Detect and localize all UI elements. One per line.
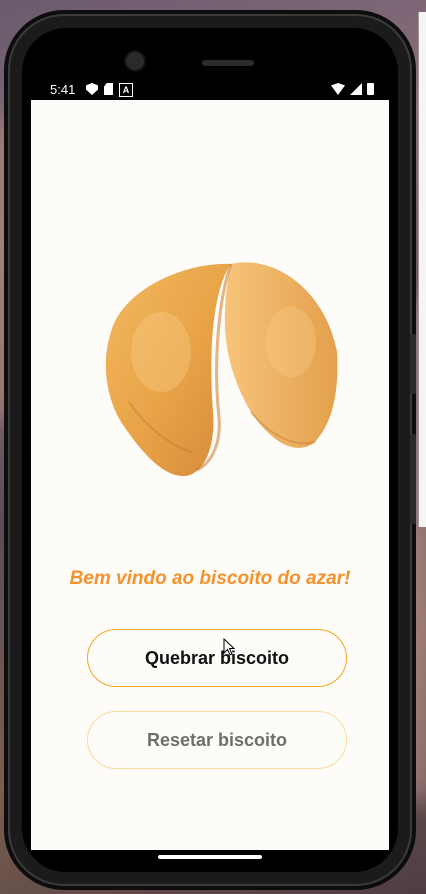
device-screen: 5:41 A Bem vindo ao biscoito do azar! Qu… (22, 28, 398, 872)
power-button (410, 334, 416, 394)
status-bar: 5:41 A (22, 80, 398, 100)
front-camera (126, 52, 144, 70)
reset-cookie-button[interactable]: Resetar biscoito (87, 711, 347, 769)
background-window-edge (418, 12, 426, 527)
welcome-text: Bem vindo ao biscoito do azar! (69, 568, 351, 589)
mouse-cursor-icon (223, 638, 235, 656)
volume-button (410, 434, 416, 524)
navigation-bar (22, 850, 398, 872)
status-system-icons (331, 83, 374, 95)
fortune-cookie-image (105, 262, 338, 477)
app-screen: Bem vindo ao biscoito do azar! Quebrar b… (31, 100, 389, 850)
sim-card-icon (104, 83, 113, 95)
status-time: 5:41 (50, 82, 76, 97)
shield-icon (86, 83, 98, 95)
signal-icon (350, 83, 362, 95)
earpiece-speaker (202, 60, 254, 66)
battery-icon (367, 83, 374, 95)
home-gesture-handle[interactable] (158, 855, 262, 859)
status-notification-icons: A (86, 83, 133, 97)
wifi-icon (331, 83, 345, 95)
phone-frame: 5:41 A Bem vindo ao biscoito do azar! Qu… (8, 14, 416, 886)
font-a-icon: A (119, 83, 133, 97)
break-cookie-button[interactable]: Quebrar biscoito (87, 629, 347, 687)
